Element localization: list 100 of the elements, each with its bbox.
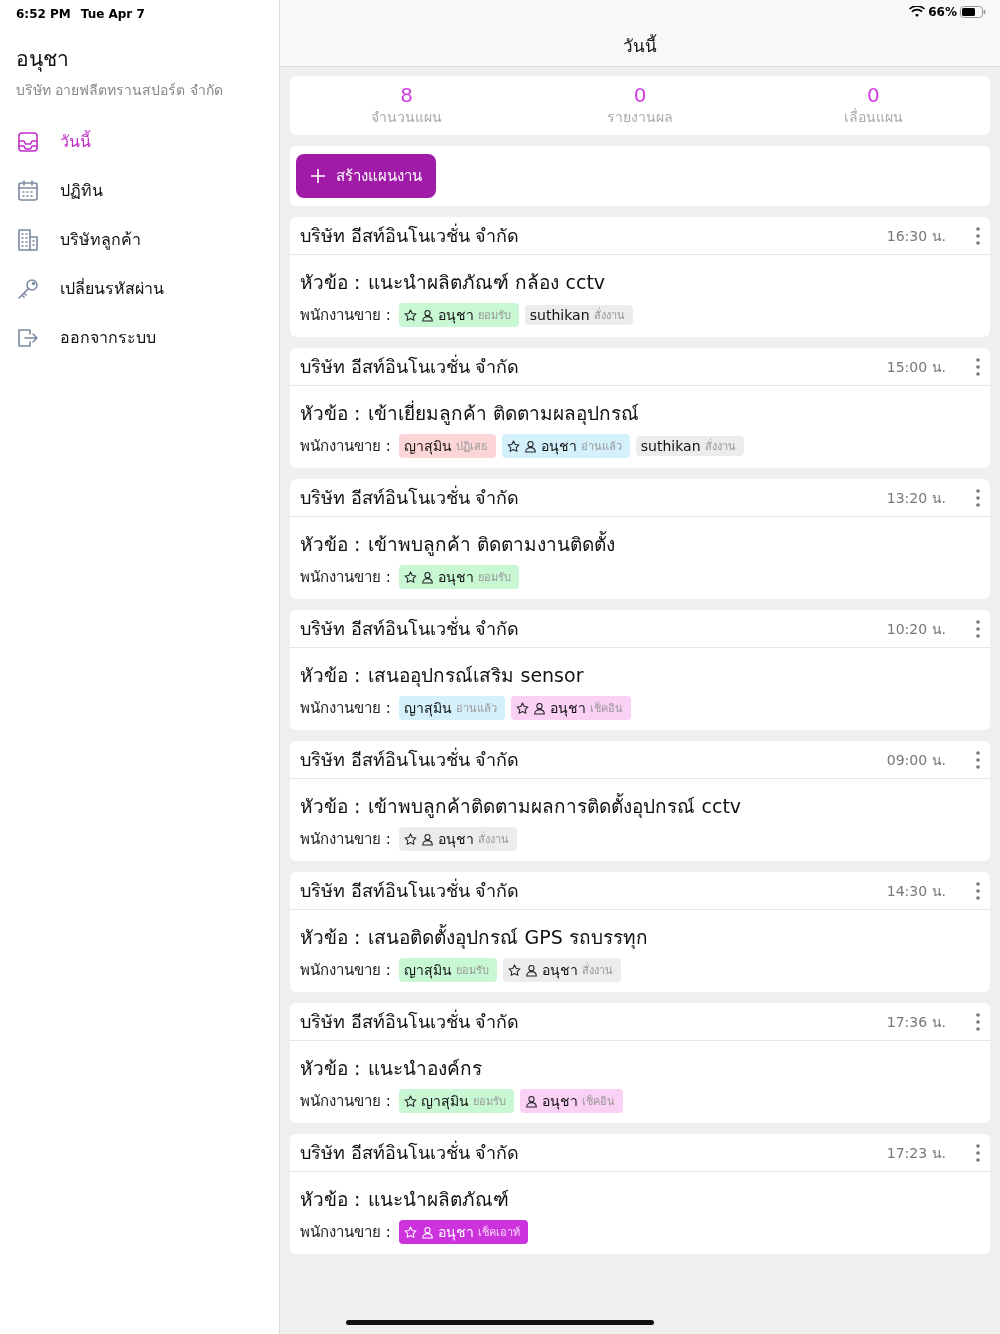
staff-name: อนุชา — [437, 306, 474, 326]
plan-card[interactable]: บริษัท อีสท์อินโนเวชั่น จำกัด 09:00 น. หัวข้อ : เข้าพบลูกค้าติดตามผลการติดตั้งอุปกรณ์ cctv พนักงานขาย : อนุชา สั่งงาน — [290, 741, 990, 861]
stat-value: 8 — [400, 84, 414, 106]
company-name: บริษัท อีสท์อินโนเวชั่น จำกัด — [300, 1139, 521, 1165]
staff-label: พนักงานขาย : — [300, 698, 391, 719]
more-icon[interactable] — [976, 619, 980, 638]
plan-time: 15:00 น. — [886, 357, 946, 377]
sidebar-item[interactable]: บริษัทลูกค้า — [16, 215, 256, 264]
company-name: บริษัท อีสท์อินโนเวชั่น จำกัด — [300, 746, 521, 772]
more-icon[interactable] — [976, 488, 980, 507]
plan-time: 09:00 น. — [886, 750, 946, 770]
sidebar-item[interactable]: ออกจากระบบ — [16, 313, 256, 362]
plan-time: 16:30 น. — [886, 226, 946, 246]
staff-name: อนุชา — [549, 699, 586, 719]
staff-name: ญาสุมิน — [403, 699, 452, 719]
plan-card[interactable]: บริษัท อีสท์อินโนเวชั่น จำกัด 15:00 น. หัวข้อ : เข้าเยี่ยมลูกค้า ติดตามผลอุปกรณ์ พนักงานขาย : ญาสุมิน ปฏิเสธ อนุชา อ่านแล้ว suthikan สั่งงาน — [290, 348, 990, 468]
topic-text: แนะนำผลิตภัณฑ์ กล้อง cctv — [368, 270, 606, 295]
plan-card[interactable]: บริษัท อีสท์อินโนเวชั่น จำกัด 17:36 น. หัวข้อ : แนะนำองค์กร พนักงานขาย : ญาสุมิน ยอมรับ อนุชา เช็คอิน — [290, 1003, 990, 1123]
staff-name: อนุชา — [437, 830, 474, 850]
plan-card[interactable]: บริษัท อีสท์อินโนเวชั่น จำกัด 14:30 น. หัวข้อ : เสนอติดตั้งอุปกรณ์ GPS รถบรรทุก พนักงานขาย : ญาสุมิน ยอมรับ อนุชา สั่งงาน — [290, 872, 990, 992]
staff-name: อนุชา — [437, 568, 474, 588]
staff-label: พนักงานขาย : — [300, 829, 391, 850]
status-time: 6:52 PM — [16, 7, 71, 21]
staff-name: ญาสุมิน — [403, 961, 452, 981]
staff-name: ญาสุมิน — [420, 1092, 469, 1112]
plan-card[interactable]: บริษัท อีสท์อินโนเวชั่น จำกัด 17:23 น. หัวข้อ : แนะนำผลิตภัณฑ์ พนักงานขาย : อนุชา เช็คเอาท์ — [290, 1134, 990, 1254]
staff-name: อนุชา — [437, 1223, 474, 1243]
staff-name: ญาสุมิน — [403, 437, 452, 457]
page-title: วันนี้ — [623, 33, 657, 58]
stat-label: จำนวนแผน — [371, 108, 443, 127]
staff-status: ยอมรับ — [477, 308, 511, 324]
stat-label: รายงานผล — [607, 108, 673, 127]
building-icon — [16, 227, 40, 252]
battery-percent: 66% — [928, 5, 957, 19]
staff-status: ยอมรับ — [477, 570, 511, 586]
company-name: บริษัท อีสท์อินโนเวชั่น จำกัด — [300, 222, 521, 248]
topic-text: เสนออุปกรณ์เสริม sensor — [368, 663, 584, 689]
stat-value: 0 — [633, 84, 647, 106]
plan-card[interactable]: บริษัท อีสท์อินโนเวชั่น จำกัด 13:20 น. หัวข้อ : เข้าพบลูกค้า ติดตามงานติดตั้ง พนักงานขาย : อนุชา ยอมรับ — [290, 479, 990, 599]
topic-label: หัวข้อ : — [300, 925, 361, 950]
topic-text: เสนอติดตั้งอุปกรณ์ GPS รถบรรทุก — [368, 923, 648, 951]
more-icon[interactable] — [976, 1143, 980, 1162]
staff-name: อนุชา — [541, 1092, 578, 1112]
sidebar-item[interactable]: วันนี้ — [16, 117, 256, 166]
more-icon[interactable] — [976, 226, 980, 245]
staff-status: ยอมรับ — [472, 1094, 506, 1110]
staff-label: พนักงานขาย : — [300, 1091, 391, 1112]
topic-text: เข้าพบลูกค้าติดตามผลการติดตั้งอุปกรณ์ cctv — [368, 792, 742, 820]
more-icon[interactable] — [976, 357, 980, 376]
staff-label: พนักงานขาย : — [300, 1222, 391, 1243]
company-name: บริษัท อายฟลีตทรานสปอร์ต จำกัด — [16, 81, 224, 100]
staff-name: suthikan — [640, 438, 701, 454]
staff-status: สั่งงาน — [593, 306, 625, 324]
key-icon — [16, 276, 40, 301]
topic-text: แนะนำผลิตภัณฑ์ — [368, 1187, 510, 1212]
staff-name: อนุชา — [541, 961, 578, 981]
topic-text: เข้าเยี่ยมลูกค้า ติดตามผลอุปกรณ์ — [368, 399, 640, 427]
status-date: Tue Apr 7 — [80, 7, 145, 21]
staff-status: เช็คเอาท์ — [477, 1224, 520, 1241]
plan-time: 14:30 น. — [886, 881, 946, 901]
more-icon[interactable] — [976, 1012, 980, 1031]
company-name: บริษัท อีสท์อินโนเวชั่น จำกัด — [300, 1008, 521, 1034]
plus-icon — [310, 168, 326, 184]
company-name: บริษัท อีสท์อินโนเวชั่น จำกัด — [300, 484, 521, 510]
create-plan-button[interactable]: สร้างแผนงาน — [296, 154, 436, 198]
sidebar-item[interactable]: เปลี่ยนรหัสผ่าน — [16, 264, 256, 313]
plan-time: 17:23 น. — [886, 1143, 946, 1163]
battery-icon — [960, 6, 986, 18]
topic-label: หัวข้อ : — [300, 1056, 361, 1081]
sidebar-item[interactable]: ปฏิทิน — [16, 166, 256, 215]
plan-card[interactable]: บริษัท อีสท์อินโนเวชั่น จำกัด 16:30 น. หัวข้อ : แนะนำผลิตภัณฑ์ กล้อง cctv พนักงานขาย : อนุชา ยอมรับ suthikan สั่งงาน — [290, 217, 990, 337]
company-name: บริษัท อีสท์อินโนเวชั่น จำกัด — [300, 877, 521, 903]
staff-label: พนักงานขาย : — [300, 960, 391, 981]
wifi-icon — [909, 6, 926, 18]
more-icon[interactable] — [976, 750, 980, 769]
staff-status: สั่งงาน — [477, 830, 509, 848]
plan-time: 10:20 น. — [886, 619, 946, 639]
staff-name: suthikan — [529, 307, 590, 323]
more-icon[interactable] — [976, 881, 980, 900]
staff-status: ยอมรับ — [455, 963, 489, 979]
topic-text: เข้าพบลูกค้า ติดตามงานติดตั้ง — [368, 530, 616, 558]
topic-label: หัวข้อ : — [300, 1187, 361, 1212]
plan-card[interactable]: บริษัท อีสท์อินโนเวชั่น จำกัด 10:20 น. หัวข้อ : เสนออุปกรณ์เสริม sensor พนักงานขาย : ญาสุมิน อ่านแล้ว อนุชา เช็คอิน — [290, 610, 990, 730]
topic-label: หัวข้อ : — [300, 794, 361, 819]
staff-label: พนักงานขาย : — [300, 305, 391, 326]
stat-label: เลื่อนแผน — [843, 107, 903, 127]
calendar-icon — [16, 178, 40, 203]
user-name: อนุชา — [16, 46, 70, 74]
topic-label: หัวข้อ : — [300, 401, 361, 426]
topic-label: หัวข้อ : — [300, 663, 361, 688]
staff-label: พนักงานขาย : — [300, 436, 391, 457]
staff-label: พนักงานขาย : — [300, 567, 391, 588]
inbox-icon — [16, 129, 40, 154]
staff-status: สั่งงาน — [581, 961, 613, 979]
staff-name: อนุชา — [540, 437, 577, 457]
staff-status: อ่านแล้ว — [455, 701, 497, 717]
staff-status: อ่านแล้ว — [580, 439, 622, 455]
topic-label: หัวข้อ : — [300, 532, 361, 557]
company-name: บริษัท อีสท์อินโนเวชั่น จำกัด — [300, 615, 521, 641]
company-name: บริษัท อีสท์อินโนเวชั่น จำกัด — [300, 353, 521, 379]
